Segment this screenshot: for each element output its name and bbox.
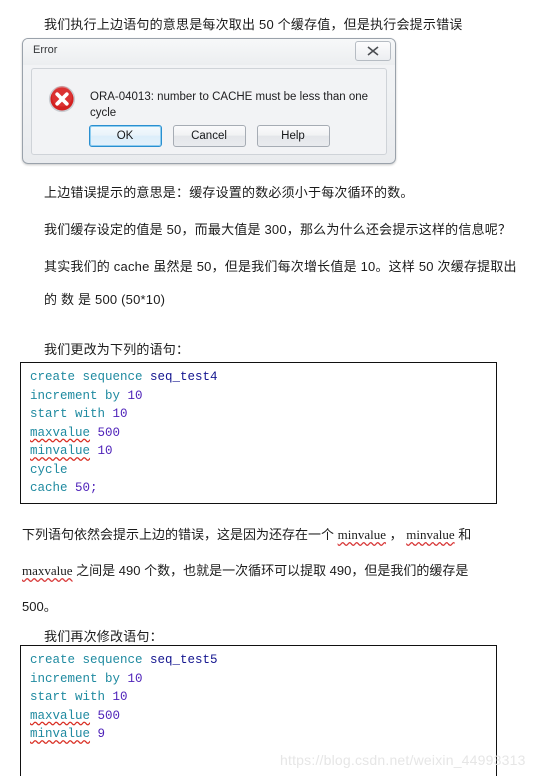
code-token-ident: seq_test5	[150, 653, 218, 667]
code-token-kw-spell: maxvalue	[30, 425, 91, 440]
watermark-url: https://blog.csdn.net/weixin_44993313	[280, 752, 526, 768]
code-token-num2: 10	[112, 407, 128, 421]
code-line: cache 50;	[21, 479, 496, 498]
error-circle-x-icon	[48, 85, 76, 113]
code-token-kw	[90, 727, 98, 741]
code-line: minvalue 9	[21, 725, 496, 744]
code-token-kw: increment by	[30, 388, 128, 403]
still-error-part-e: 500。	[22, 599, 57, 614]
spellword-minvalue-1: minvalue	[337, 527, 387, 542]
close-x-icon[interactable]	[355, 41, 391, 61]
spellword-maxvalue-1: maxvalue	[22, 563, 73, 578]
paragraph-change-intro: 我们更改为下列的语句：	[44, 342, 190, 357]
paragraph-meaning: 上边错误提示的意思是：缓存设置的数必须小于每次循环的数。	[44, 185, 414, 200]
code-line: start with 10	[21, 688, 496, 707]
code-token-kw: start with	[30, 407, 113, 421]
code-token-kw	[90, 426, 98, 440]
code-block-seq-test4: create sequence seq_test4 increment by 10…	[20, 362, 497, 504]
still-error-part-b: ，	[386, 527, 407, 542]
spellword-minvalue-2: minvalue	[406, 527, 455, 542]
code-token-num2: 50	[75, 481, 91, 495]
code-token-kw: cache	[30, 481, 76, 495]
cancel-button[interactable]: Cancel	[172, 125, 246, 147]
code-token-num2: 10	[127, 388, 143, 403]
dialog-button-row: OK Cancel Help	[32, 125, 386, 147]
code-line: create sequence seq_test4	[21, 368, 496, 387]
paragraph-explain-line2: 的 数 是 500 (50*10)	[44, 292, 166, 307]
code-token-num2: 9	[97, 727, 106, 741]
paragraph-question: 我们缓存设定的值是 50，而最大值是 300，那么为什么还会提示这样的信息呢？	[44, 222, 512, 237]
code-line: increment by 10	[21, 387, 496, 406]
code-line: create sequence seq_test5	[21, 651, 496, 670]
code-token-num2: 500	[97, 708, 121, 723]
code-line: minvalue 10	[21, 442, 496, 461]
code-line: maxvalue 500	[21, 424, 496, 443]
code-line: start with 10	[21, 405, 496, 424]
paragraph-explain-line1: 其实我们的 cache 虽然是 50，但是我们每次增长值是 10。这样 50 次…	[44, 259, 517, 274]
code-line: increment by 10	[21, 670, 496, 689]
code-token-num2: 10	[127, 671, 143, 686]
code-token-num2: 500	[97, 425, 121, 440]
dialog-body: ORA-04013: number to CACHE must be less …	[31, 68, 387, 155]
code-line: cycle	[21, 461, 496, 480]
code-token-num2: 10	[112, 690, 128, 704]
code-token-kw: cycle	[30, 462, 68, 477]
code-token-num2: 10	[97, 444, 113, 458]
code-token-kw: increment by	[30, 671, 128, 686]
paragraph-still-error: 下列语句依然会提示上边的错误，这是因为还存在一个 minvalue ， minv…	[22, 517, 500, 625]
code-token-ident: seq_test4	[150, 370, 218, 384]
code-token-kw-spell: minvalue	[30, 444, 91, 458]
code-token-kw-spell: maxvalue	[30, 708, 91, 723]
dialog-titlebar[interactable]: Error	[23, 39, 395, 65]
code-token-kw: start with	[30, 690, 113, 704]
code-token-kw: create sequence	[30, 370, 151, 384]
close-x-glyph	[367, 46, 379, 56]
dialog-title: Error	[33, 44, 58, 56]
code-token-kw: create sequence	[30, 653, 151, 667]
code-token-kw-spell: minvalue	[30, 727, 91, 741]
paragraph-intro: 我们执行上边语句的意思是每次取出 50 个缓存值，但是执行会提示错误	[44, 17, 463, 32]
dialog-message: ORA-04013: number to CACHE must be less …	[90, 91, 369, 119]
error-dialog: Error ORA-04013: number to CACHE must be…	[22, 38, 396, 164]
still-error-part-a: 下列语句依然会提示上边的错误，这是因为还存在一个	[22, 527, 338, 542]
code-line: maxvalue 500	[21, 707, 496, 726]
still-error-part-c: 和	[454, 527, 472, 542]
still-error-part-d: 之间是 490 个数，也就是一次循环可以提取 490，但是我们的缓存是	[72, 563, 469, 578]
code-token-kw	[90, 709, 98, 723]
help-button[interactable]: Help	[256, 125, 330, 147]
ok-button[interactable]: OK	[88, 125, 162, 147]
code-token-kw	[90, 444, 98, 458]
code-token-punct: ;	[90, 481, 98, 495]
